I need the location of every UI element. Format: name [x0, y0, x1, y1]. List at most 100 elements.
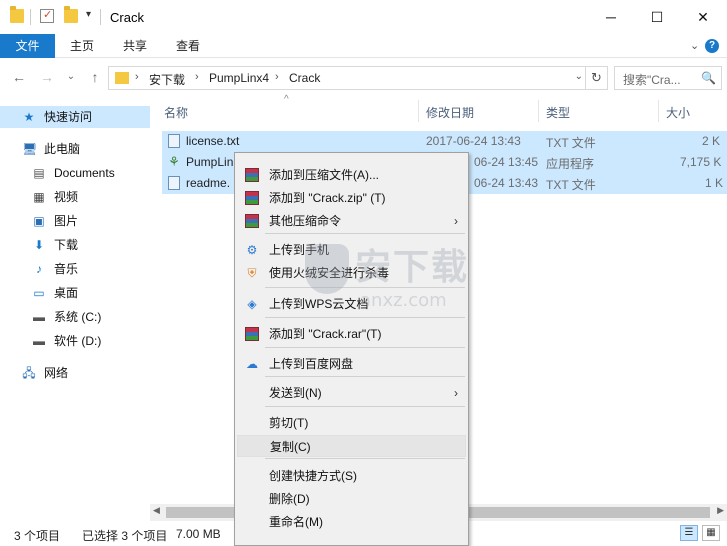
- context-menu: 添加到压缩文件(A)... 添加到 "Crack.zip" (T) 其他压缩命令 › ⚙…: [234, 152, 469, 546]
- winrar-icon: [245, 214, 259, 228]
- title-bar: ▾ Crack ─ ☐ ✕: [0, 0, 727, 34]
- context-menu-item[interactable]: 剪切(T): [237, 412, 466, 434]
- context-menu-item[interactable]: ◈ 上传到WPS云文档: [237, 293, 466, 315]
- sidebar-item-label: 图片: [54, 214, 79, 228]
- tab-file[interactable]: 文件: [0, 34, 55, 58]
- sidebar-item[interactable]: ▬ 系统 (C:): [0, 306, 150, 328]
- context-menu-label: 添加到压缩文件(A)...: [269, 168, 379, 182]
- column-header-date[interactable]: 修改日期: [426, 104, 474, 121]
- tab-share[interactable]: 共享: [123, 34, 147, 58]
- context-menu-item[interactable]: 添加到 "Crack.rar"(T): [237, 323, 466, 345]
- context-menu-label: 重命名(M): [269, 515, 323, 529]
- scroll-left-icon[interactable]: ◀: [153, 505, 160, 516]
- recent-locations-button[interactable]: ⌄: [62, 68, 80, 86]
- context-menu-item[interactable]: 添加到压缩文件(A)...: [237, 164, 466, 186]
- column-divider[interactable]: [658, 100, 659, 122]
- ribbon-expand-icon[interactable]: ⌄: [690, 34, 699, 58]
- sidebar-item[interactable]: ♪ 音乐: [0, 258, 150, 280]
- large-icons-view-button[interactable]: ▦: [702, 525, 720, 541]
- context-menu-item[interactable]: 添加到 "Crack.zip" (T): [237, 187, 466, 209]
- tab-home[interactable]: 主页: [70, 34, 94, 58]
- context-menu-item[interactable]: ☁ 上传到百度网盘: [237, 353, 466, 375]
- menu-separator: [265, 406, 465, 407]
- column-divider[interactable]: [538, 100, 539, 122]
- context-menu-item[interactable]: 删除(D): [237, 488, 466, 510]
- context-menu-label: 上传到WPS云文档: [269, 297, 369, 311]
- sidebar-item-label: Documents: [54, 166, 115, 180]
- sidebar-item[interactable]: ⬇ 下载: [0, 234, 150, 256]
- sidebar-item[interactable]: 🖧 网络: [0, 362, 150, 384]
- breadcrumb-separator[interactable]: ›: [275, 71, 279, 83]
- file-name: license.txt: [186, 134, 240, 148]
- navigation-bar: ← → ⌄ ↑ › 安下载 › PumpLinx4 › Crack ⌄ ↻ 搜索…: [0, 58, 727, 98]
- computer-icon: 🖥: [22, 142, 38, 156]
- up-button[interactable]: ↑: [86, 68, 104, 86]
- address-history-dropdown-icon[interactable]: ⌄: [575, 71, 583, 82]
- app-file-icon: ⚘: [168, 154, 180, 169]
- breadcrumb-item[interactable]: Crack: [289, 71, 320, 85]
- context-menu-item[interactable]: 复制(C): [237, 435, 466, 457]
- properties-icon[interactable]: [40, 8, 54, 23]
- breadcrumb-item[interactable]: 安下载: [149, 71, 185, 88]
- quick-access-dropdown-icon[interactable]: ▾: [86, 9, 91, 20]
- help-icon[interactable]: ?: [705, 39, 719, 53]
- context-menu-label: 发送到(N): [269, 386, 322, 400]
- context-menu-label: 删除(D): [269, 492, 310, 506]
- menu-separator: [265, 317, 465, 318]
- new-folder-icon[interactable]: [64, 6, 78, 23]
- sidebar-item[interactable]: ▤ Documents: [0, 162, 150, 184]
- details-view-button[interactable]: ☰: [680, 525, 698, 541]
- star-icon: ★: [23, 110, 35, 124]
- breadcrumb-item[interactable]: PumpLinx4: [209, 71, 269, 85]
- column-header-name[interactable]: 名称: [164, 104, 188, 121]
- close-button[interactable]: ✕: [680, 0, 726, 34]
- context-menu-item[interactable]: 创建快捷方式(S): [237, 465, 466, 487]
- sidebar-item[interactable]: ▭ 桌面: [0, 282, 150, 304]
- minimize-button[interactable]: ─: [588, 0, 634, 34]
- sidebar-item[interactable]: ★ 快速访问: [0, 106, 150, 128]
- sidebar-item-label: 桌面: [54, 286, 79, 300]
- maximize-button[interactable]: ☐: [634, 0, 680, 34]
- window-title: Crack: [110, 10, 144, 25]
- context-menu-item[interactable]: 其他压缩命令 ›: [237, 210, 466, 232]
- desktop-icon: ▭: [33, 286, 45, 300]
- sidebar-item-label: 视频: [54, 190, 79, 204]
- divider: [30, 9, 31, 25]
- forward-button[interactable]: →: [38, 68, 56, 86]
- music-icon: ♪: [36, 262, 42, 276]
- sidebar-item[interactable]: ▬ 软件 (D:): [0, 330, 150, 352]
- sidebar-item-label: 软件 (D:): [54, 334, 102, 348]
- sidebar-item[interactable]: ▣ 图片: [0, 210, 150, 232]
- back-button[interactable]: ←: [10, 68, 28, 86]
- context-menu-item[interactable]: 重命名(M): [237, 511, 466, 533]
- context-menu-item[interactable]: 发送到(N) ›: [237, 382, 466, 404]
- refresh-button[interactable]: ↻: [585, 67, 607, 89]
- breadcrumb-separator: ›: [135, 71, 139, 83]
- sidebar-item[interactable]: ▦ 视频: [0, 186, 150, 208]
- text-file-icon: [168, 176, 180, 190]
- menu-separator: [265, 458, 465, 459]
- context-menu-label: 使用火绒安全进行杀毒: [269, 266, 390, 280]
- sort-ascending-icon: ^: [284, 94, 289, 105]
- column-divider[interactable]: [418, 100, 419, 122]
- scroll-right-icon[interactable]: ▶: [717, 505, 724, 516]
- column-header-type[interactable]: 类型: [546, 104, 570, 121]
- folder-icon: [10, 6, 24, 23]
- column-header-size[interactable]: 大小: [666, 104, 690, 121]
- file-size: 1 K: [705, 176, 724, 190]
- text-file-icon: [168, 134, 180, 148]
- download-icon: ⬇: [33, 238, 45, 252]
- context-menu-label: 其他压缩命令: [269, 214, 342, 228]
- search-input[interactable]: 搜索"Cra... 🔍: [614, 66, 722, 90]
- drive-c-icon: ▬: [33, 310, 45, 324]
- context-menu-item[interactable]: ⚙ 上传到手机: [237, 239, 466, 261]
- context-menu-item[interactable]: ⛨ 使用火绒安全进行杀毒: [237, 262, 466, 284]
- menu-separator: [265, 287, 465, 288]
- breadcrumb-separator[interactable]: ›: [195, 71, 199, 83]
- divider: [100, 9, 101, 25]
- address-bar[interactable]: › 安下载 › PumpLinx4 › Crack ⌄ ↻: [108, 66, 608, 90]
- file-row[interactable]: license.txt 2017-06-24 13:43 TXT 文件 2 K: [162, 131, 727, 152]
- winrar-icon: [245, 168, 259, 182]
- sidebar-item[interactable]: 🖥 此电脑: [0, 138, 150, 160]
- tab-view[interactable]: 查看: [176, 34, 200, 58]
